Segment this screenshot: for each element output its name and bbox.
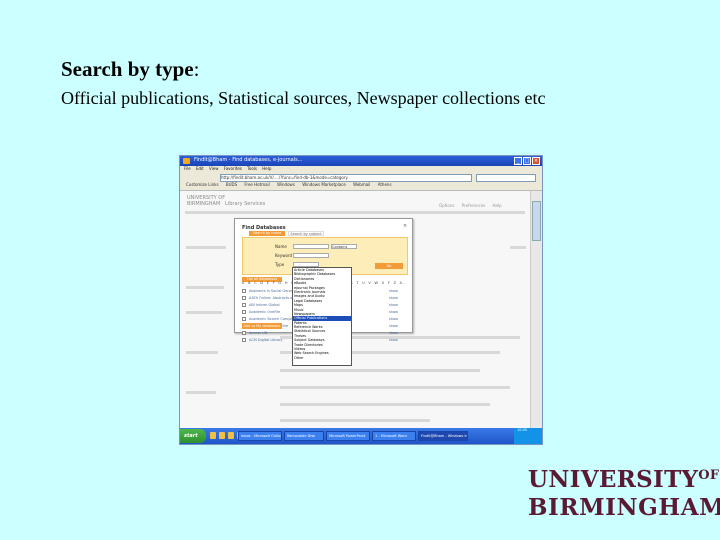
menu-favorites[interactable]: Favorites — [224, 166, 242, 171]
quicklaunch-icon[interactable] — [219, 432, 225, 439]
ie-icon — [183, 158, 190, 164]
clock: 10:05 — [517, 428, 528, 432]
keyword-label: Keyword — [275, 253, 293, 258]
toplink-preferences[interactable]: Preferences — [462, 203, 486, 208]
show-link[interactable]: show — [389, 296, 398, 300]
heading-colon: : — [193, 57, 200, 81]
right-bar — [510, 246, 526, 249]
checkbox[interactable] — [242, 303, 246, 307]
browser-title: FindIt@Bham - Find databases, e-journals… — [194, 157, 303, 163]
university-logo: UNIVERSITYOF BIRMINGHAM — [528, 468, 720, 520]
menu-tools[interactable]: Tools — [247, 166, 257, 171]
windows-taskbar: start Inbox - Microsoft Outlook Removabl… — [180, 428, 542, 444]
web-page: UNIVERSITY OF BIRMINGHAM Library Service… — [180, 191, 530, 428]
link-item[interactable]: Windows Marketplace — [302, 182, 346, 187]
show-link[interactable]: show — [389, 338, 398, 342]
result-title[interactable]: Academic OneFile — [249, 310, 280, 314]
slide-subheading: Official publications, Statistical sourc… — [61, 88, 546, 108]
logo-line2: BIRMINGHAM — [528, 494, 720, 521]
address-field[interactable]: http://findit.bham.ac.uk/V/..../?func=fi… — [220, 174, 472, 182]
dialog-close-icon[interactable]: × — [403, 224, 408, 229]
browser-screenshot: FindIt@Bham - Find databases, e-journals… — [179, 155, 543, 445]
sidebar-bar — [186, 246, 226, 249]
show-link[interactable]: show — [389, 317, 398, 321]
slide-heading: Search by type: — [61, 57, 199, 82]
task-button[interactable]: Removable Disk — [284, 431, 324, 441]
name-input[interactable] — [293, 244, 329, 249]
maximize-icon[interactable]: □ — [523, 157, 531, 165]
show-link[interactable]: show — [389, 331, 398, 335]
keyword-input[interactable] — [293, 253, 329, 258]
result-title[interactable]: Access UN — [249, 331, 267, 335]
dropdown-option[interactable]: Other — [293, 356, 351, 360]
sidebar-bar — [186, 391, 216, 394]
close-icon[interactable]: × — [532, 157, 540, 165]
menu-edit[interactable]: Edit — [196, 166, 204, 171]
minimize-icon[interactable]: _ — [514, 157, 522, 165]
link-item[interactable]: Athens — [378, 182, 392, 187]
type-dropdown-list[interactable]: Article Databases Bibliographic Databases… — [292, 267, 352, 366]
checkbox[interactable] — [242, 289, 246, 293]
show-link[interactable]: show — [389, 303, 398, 307]
system-tray: 10:05 — [514, 428, 542, 444]
checkbox[interactable] — [242, 296, 246, 300]
heading-bold: Search by type — [61, 57, 194, 81]
quicklaunch-icon[interactable] — [228, 432, 234, 439]
browser-titlebar: FindIt@Bham - Find databases, e-journals… — [180, 156, 542, 166]
content-bar — [280, 386, 510, 389]
browser-menubar: File Edit View Favorites Tools Help — [180, 166, 542, 173]
content-bar — [280, 419, 430, 422]
menu-file[interactable]: File — [184, 166, 191, 171]
window-controls: _ □ × — [514, 157, 540, 165]
contains-select[interactable]: Contains — [331, 244, 357, 249]
result-title[interactable]: ACM Digital Library — [249, 338, 283, 342]
link-item[interactable]: Windows — [277, 182, 295, 187]
result-title[interactable]: ABI Inform Global — [249, 303, 280, 307]
sidebar-bar — [186, 311, 222, 314]
content-bar — [280, 403, 490, 406]
quicklaunch-icon[interactable] — [210, 432, 216, 439]
show-link[interactable]: show — [389, 289, 398, 293]
tab-search-by-subject[interactable]: Search by subject — [288, 231, 324, 236]
link-item[interactable]: BUDS — [226, 182, 237, 187]
task-button[interactable]: Microsoft PowerPoint — [326, 431, 370, 441]
add-to-my-databases-button[interactable]: Add to My databases — [242, 323, 282, 329]
task-button[interactable]: 1 - Microsoft Word — [372, 431, 416, 441]
page-toplinks: Options Preferences Help — [433, 203, 502, 208]
menu-help[interactable]: Help — [262, 166, 271, 171]
library-logo: UNIVERSITY OF BIRMINGHAM Library Service… — [187, 195, 266, 207]
links-bar: Customize Links BUDS Free Hotmail Window… — [180, 182, 542, 191]
checkbox[interactable] — [242, 310, 246, 314]
logo-university: UNIVERSITY — [528, 466, 699, 493]
link-item[interactable]: Free Hotmail — [244, 182, 269, 187]
result-title[interactable]: Academic Search Complete — [249, 317, 297, 321]
logo-of: OF — [698, 468, 720, 483]
show-link[interactable]: show — [389, 310, 398, 314]
task-button[interactable]: FindIt@Bham - Windows Internet Explorer — [418, 431, 468, 441]
tab-search-by-name[interactable]: Search by name — [249, 231, 285, 236]
task-button[interactable]: Inbox - Microsoft Outlook — [238, 431, 282, 441]
start-button[interactable]: start — [180, 429, 206, 443]
menu-view[interactable]: View — [209, 166, 219, 171]
browser-search-field[interactable] — [476, 174, 536, 182]
show-link[interactable]: show — [389, 324, 398, 328]
content-bar — [280, 369, 480, 372]
sidebar-bar — [186, 351, 218, 354]
toplink-help[interactable]: Help — [493, 203, 502, 208]
go-button[interactable]: Go — [375, 263, 403, 269]
sidebar-bar — [186, 286, 224, 289]
type-label: Type — [275, 262, 285, 267]
link-item[interactable]: Customize Links — [186, 182, 219, 187]
scrollbar-thumb[interactable] — [532, 201, 541, 241]
checkbox[interactable] — [242, 338, 246, 342]
checkbox[interactable] — [242, 317, 246, 321]
page-divider — [185, 211, 525, 214]
link-item[interactable]: Webmail — [353, 182, 370, 187]
toplink-options[interactable]: Options — [439, 203, 454, 208]
checkbox[interactable] — [242, 331, 246, 335]
name-label: Name — [275, 244, 287, 249]
scrollbar[interactable] — [530, 191, 542, 428]
logo-line1: UNIVERSITYOF — [528, 468, 720, 496]
